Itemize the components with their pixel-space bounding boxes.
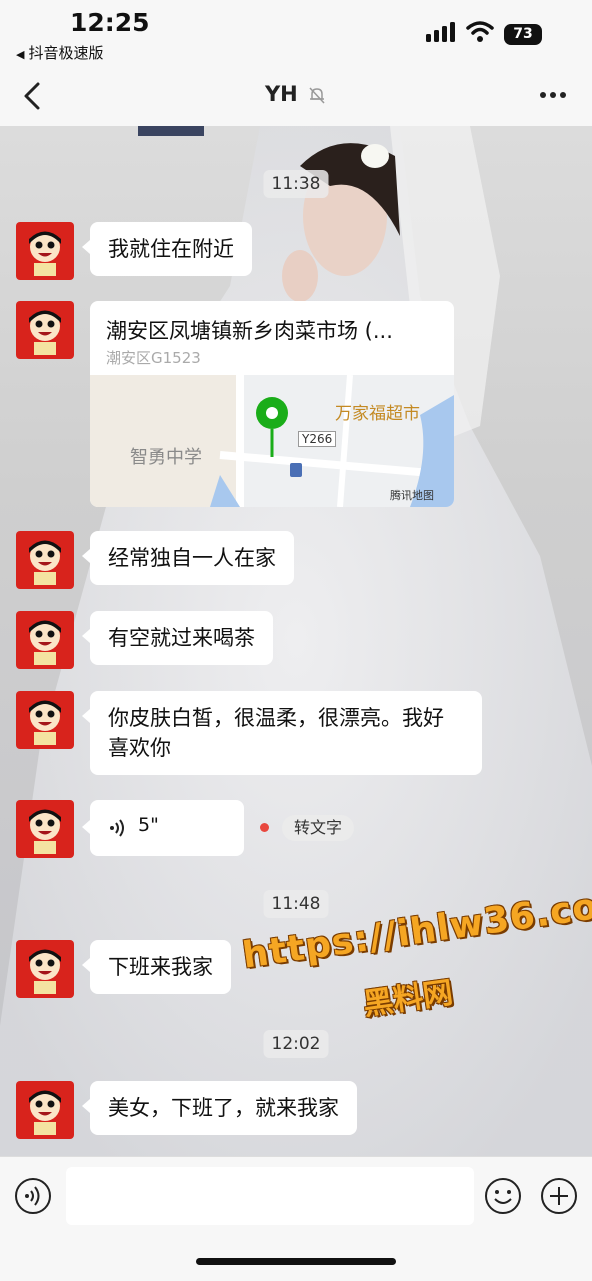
avatar[interactable] xyxy=(16,800,74,858)
avatar-cartoon-boy-icon xyxy=(16,940,74,998)
status-bar: 12:25 ◀ 抖音极速版 73 xyxy=(0,0,592,66)
voice-message[interactable]: 5" xyxy=(82,800,244,856)
back-app-label: 抖音极速版 xyxy=(28,44,104,62)
avatar-cartoon-boy-icon xyxy=(16,611,74,669)
location-card[interactable]: 潮安区凤塘镇新乡肉菜市场 (... 潮安区G1523 万家福超市 Y266 智勇… xyxy=(90,301,454,507)
wifi-icon xyxy=(466,21,494,42)
home-indicator xyxy=(196,1258,396,1265)
voice-duration: 5" xyxy=(138,814,159,836)
map-road-label: Y266 xyxy=(298,431,337,447)
status-time: 12:25 xyxy=(70,8,150,37)
battery-indicator: 73 xyxy=(504,24,542,45)
chat-title: YH xyxy=(0,82,592,106)
map-school-label: 智勇中学 xyxy=(130,447,202,468)
message-bubble[interactable]: 美女，下班了，就来我家 xyxy=(82,1081,357,1135)
message-bubble[interactable]: 下班来我家 xyxy=(82,940,231,994)
chat-header: YH xyxy=(0,66,592,126)
avatar-cartoon-boy-icon xyxy=(16,222,74,280)
avatar[interactable] xyxy=(16,611,74,669)
location-pin-icon xyxy=(256,397,288,457)
unread-dot xyxy=(260,823,269,832)
avatar[interactable] xyxy=(16,940,74,998)
avatar-cartoon-boy-icon xyxy=(16,301,74,359)
location-title: 潮安区凤塘镇新乡肉菜市场 (... xyxy=(106,319,393,343)
avatar[interactable] xyxy=(16,691,74,749)
message-bubble[interactable]: 经常独自一人在家 xyxy=(82,531,294,585)
timestamp: 11:38 xyxy=(263,170,329,198)
avatar[interactable] xyxy=(16,531,74,589)
avatar[interactable] xyxy=(16,301,74,359)
emoji-icon[interactable] xyxy=(484,1177,522,1215)
back-triangle-icon: ◀ xyxy=(16,48,25,61)
back-to-app-link[interactable]: ◀ 抖音极速版 xyxy=(16,42,103,63)
more-dots-icon[interactable] xyxy=(538,84,568,106)
avatar-cartoon-boy-icon xyxy=(16,691,74,749)
transcribe-button[interactable]: 转文字 xyxy=(282,815,355,841)
message-bubble[interactable]: 有空就过来喝茶 xyxy=(82,611,273,665)
map-poi-label: 万家福超市 xyxy=(335,404,420,424)
bell-off-icon xyxy=(309,87,325,104)
plus-icon[interactable] xyxy=(540,1177,578,1215)
voice-icon[interactable] xyxy=(14,1177,52,1215)
timestamp: 12:02 xyxy=(263,1030,329,1058)
message-bubble[interactable]: 我就住在附近 xyxy=(82,222,252,276)
avatar[interactable] xyxy=(16,1081,74,1139)
avatar-cartoon-boy-icon xyxy=(16,800,74,858)
cellular-signal-icon xyxy=(426,22,455,42)
chat-area[interactable]: 11:38 我就住在附近 潮安区凤塘镇新乡肉菜市场 (... 潮安区G1523 … xyxy=(0,126,592,1156)
contact-name: YH xyxy=(264,82,298,106)
map-provider-logo: 腾讯地图 xyxy=(390,489,434,502)
map-preview[interactable]: 万家福超市 Y266 智勇中学 腾讯地图 xyxy=(90,374,454,507)
avatar[interactable] xyxy=(16,222,74,280)
voice-wave-icon xyxy=(110,819,124,837)
timestamp: 11:48 xyxy=(263,890,329,918)
location-address: 潮安区G1523 xyxy=(106,349,201,367)
avatar-cartoon-boy-icon xyxy=(16,531,74,589)
message-input[interactable] xyxy=(66,1167,474,1225)
message-bubble[interactable]: 你皮肤白皙，很温柔，很漂亮。我好喜欢你 xyxy=(82,691,482,775)
avatar-cartoon-boy-icon xyxy=(16,1081,74,1139)
